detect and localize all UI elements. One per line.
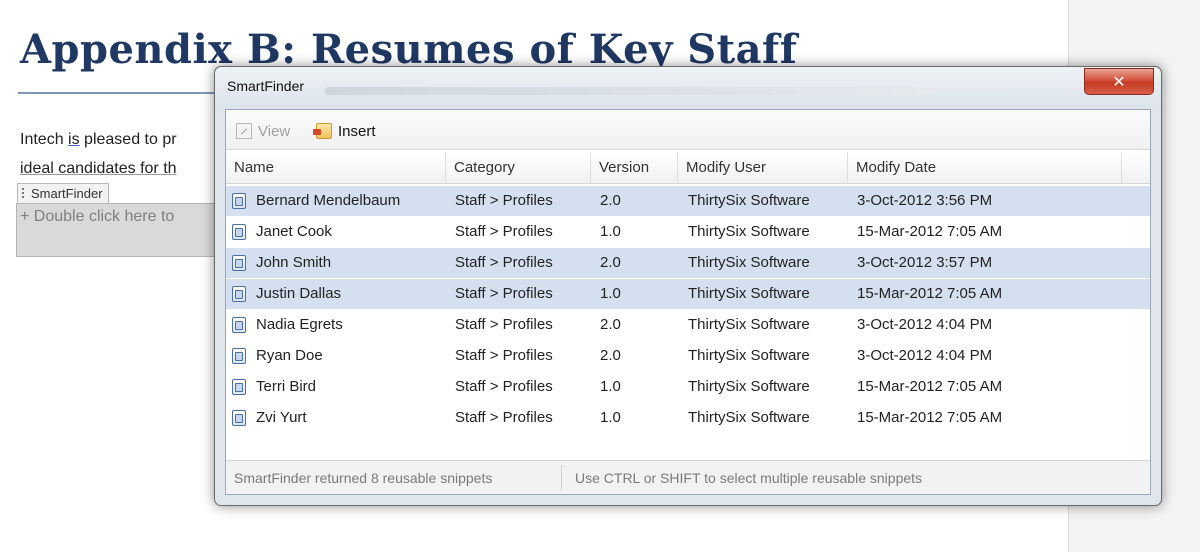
column-header-version[interactable]: Version — [591, 152, 678, 184]
cell-modify-date: 15-Mar-2012 7:05 AM — [857, 285, 1003, 302]
dialog-client-area: View Insert Name Category Version Modify… — [225, 109, 1151, 495]
snippet-icon — [232, 193, 246, 209]
table-row[interactable]: John Smith Staff > Profiles 2.0 ThirtySi… — [226, 248, 1150, 278]
table-row[interactable]: Zvi Yurt Staff > Profiles 1.0 ThirtySix … — [226, 403, 1150, 433]
cell-modify-user: ThirtySix Software — [688, 223, 810, 240]
cell-name: Justin Dallas — [256, 285, 342, 302]
snippet-icon — [232, 379, 246, 395]
document-paragraph-line-1: Intech is pleased to pr — [20, 131, 177, 149]
cell-name: Nadia Egrets — [256, 316, 343, 333]
snippet-icon — [232, 410, 246, 426]
smartfinder-dialog: SmartFinder ✕ View Insert Name Category … — [214, 66, 1162, 506]
table-row[interactable]: Janet Cook Staff > Profiles 1.0 ThirtySi… — [226, 217, 1150, 247]
view-button[interactable]: View — [236, 120, 290, 142]
column-header-category[interactable]: Category — [446, 152, 591, 184]
grid-header: Name Category Version Modify User Modify… — [226, 152, 1150, 184]
table-row[interactable]: Terri Bird Staff > Profiles 1.0 ThirtySi… — [226, 372, 1150, 402]
snippet-icon — [232, 286, 246, 302]
close-icon: ✕ — [1112, 72, 1126, 91]
cell-modify-user: ThirtySix Software — [688, 285, 810, 302]
table-row[interactable]: Justin Dallas Staff > Profiles 1.0 Thirt… — [226, 279, 1150, 309]
dialog-title-bar[interactable]: SmartFinder ✕ — [215, 67, 1161, 107]
cell-modify-user: ThirtySix Software — [688, 316, 810, 333]
status-bar: SmartFinder returned 8 reusable snippets… — [226, 460, 1150, 494]
snippet-icon — [232, 317, 246, 333]
cell-name: Zvi Yurt — [256, 409, 307, 426]
insert-icon — [313, 123, 332, 139]
cell-modify-user: ThirtySix Software — [688, 347, 810, 364]
cell-modify-date: 15-Mar-2012 7:05 AM — [857, 378, 1003, 395]
snippet-icon — [232, 348, 246, 364]
insert-button-label: Insert — [338, 122, 376, 140]
cell-version: 1.0 — [600, 223, 621, 240]
cell-version: 2.0 — [600, 254, 621, 271]
cell-name: Janet Cook — [256, 223, 332, 240]
cell-category: Staff > Profiles — [455, 316, 553, 333]
insert-button[interactable]: Insert — [313, 120, 376, 142]
view-button-label: View — [258, 122, 291, 140]
cell-modify-date: 15-Mar-2012 7:05 AM — [857, 223, 1003, 240]
cell-modify-date: 3-Oct-2012 3:56 PM — [857, 192, 993, 209]
cell-version: 2.0 — [600, 192, 621, 209]
title-bar-blur — [325, 87, 935, 95]
cell-category: Staff > Profiles — [455, 285, 553, 302]
cell-version: 2.0 — [600, 316, 621, 333]
close-button[interactable]: ✕ — [1084, 68, 1154, 95]
cell-version: 1.0 — [600, 378, 621, 395]
column-header-modify-user[interactable]: Modify User — [678, 152, 848, 184]
paragraph-suffix: pleased to pr — [79, 131, 177, 148]
cell-name: Ryan Doe — [256, 347, 323, 364]
document-paragraph-line-2: ideal candidates for th — [20, 160, 177, 177]
cell-modify-date: 15-Mar-2012 7:05 AM — [857, 409, 1003, 426]
heading-rule — [18, 92, 218, 94]
column-header-modify-date[interactable]: Modify Date — [848, 152, 1122, 184]
cell-version: 1.0 — [600, 285, 621, 302]
cell-category: Staff > Profiles — [455, 192, 553, 209]
column-header-name[interactable]: Name — [226, 152, 446, 184]
cell-category: Staff > Profiles — [455, 254, 553, 271]
cell-modify-date: 3-Oct-2012 3:57 PM — [857, 254, 993, 271]
status-result-count: SmartFinder returned 8 reusable snippets — [234, 470, 493, 486]
cell-modify-user: ThirtySix Software — [688, 192, 810, 209]
cell-modify-user: ThirtySix Software — [688, 409, 810, 426]
cell-name: John Smith — [256, 254, 332, 271]
cell-name: Terri Bird — [256, 378, 317, 395]
snippet-icon — [232, 255, 246, 271]
cell-category: Staff > Profiles — [455, 347, 553, 364]
status-hint: Use CTRL or SHIFT to select multiple reu… — [575, 470, 923, 486]
cell-modify-date: 3-Oct-2012 4:04 PM — [857, 316, 993, 333]
content-control-placeholder[interactable]: + Double click here to — [20, 208, 174, 226]
cell-version: 1.0 — [600, 409, 621, 426]
cell-category: Staff > Profiles — [455, 378, 553, 395]
dialog-title: SmartFinder — [227, 78, 305, 94]
cell-category: Staff > Profiles — [455, 223, 553, 240]
table-row[interactable]: Ryan Doe Staff > Profiles 2.0 ThirtySix … — [226, 341, 1150, 371]
toolbar: View Insert — [226, 110, 1150, 150]
paragraph-prefix: Intech — [20, 131, 69, 148]
cell-name: Bernard Mendelbaum — [256, 192, 401, 209]
content-control-tag[interactable]: SmartFinder — [17, 183, 109, 204]
snippet-icon — [232, 224, 246, 240]
table-row[interactable]: Bernard Mendelbaum Staff > Profiles 2.0 … — [226, 186, 1150, 216]
cell-category: Staff > Profiles — [455, 409, 553, 426]
paragraph-word-is: is — [68, 131, 80, 148]
cell-modify-user: ThirtySix Software — [688, 254, 810, 271]
cell-version: 2.0 — [600, 347, 621, 364]
status-divider — [561, 465, 562, 491]
cell-modify-user: ThirtySix Software — [688, 378, 810, 395]
view-icon — [236, 123, 252, 139]
table-row[interactable]: Nadia Egrets Staff > Profiles 2.0 Thirty… — [226, 310, 1150, 340]
cell-modify-date: 3-Oct-2012 4:04 PM — [857, 347, 993, 364]
